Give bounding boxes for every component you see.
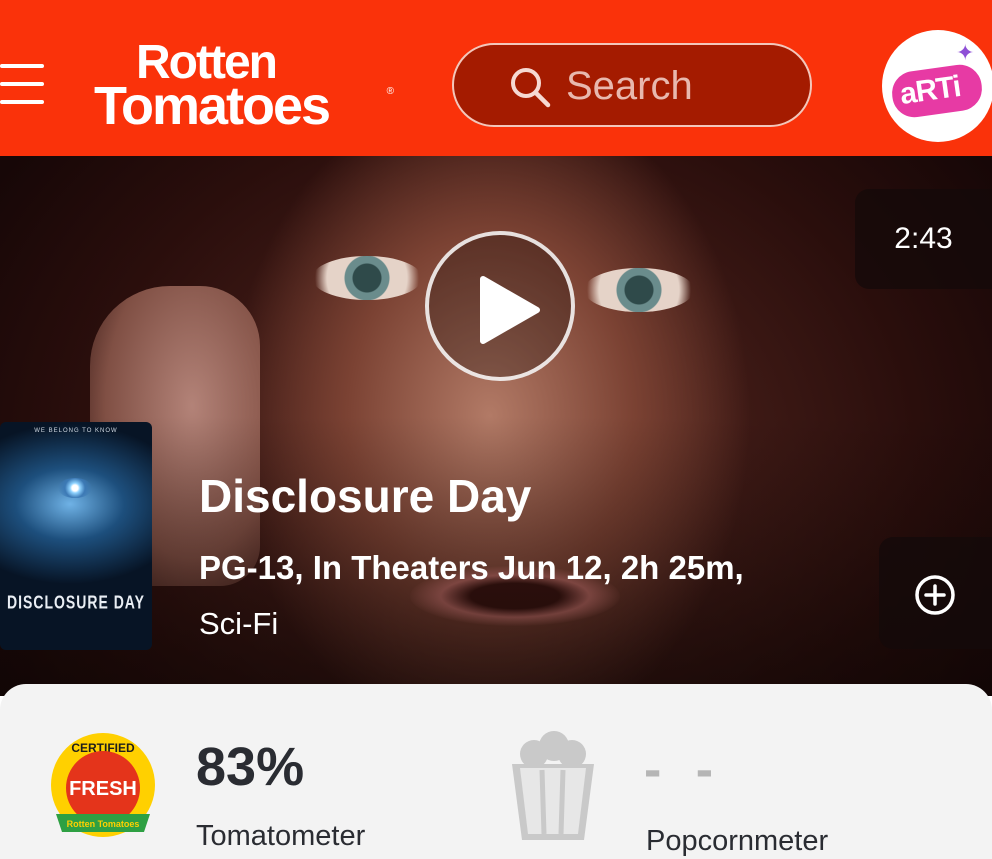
- certified-fresh-icon[interactable]: CERTIFIED FRESH Rotten Tomatoes: [48, 730, 158, 840]
- arti-avatar-button[interactable]: aRTi ✦: [882, 30, 992, 142]
- play-icon: [480, 276, 540, 344]
- popcornmeter-label[interactable]: Popcornmeter: [646, 824, 828, 858]
- badge-brand-text: Rotten Tomatoes: [67, 819, 140, 829]
- scores-card: CERTIFIED FRESH Rotten Tomatoes 83% Toma…: [0, 684, 992, 859]
- poster-tagline: WE BELONG TO KNOW: [34, 428, 118, 434]
- popcornmeter-score: - -: [644, 741, 724, 799]
- search-placeholder: Search: [566, 64, 693, 108]
- rotten-tomatoes-logo[interactable]: Rotten Tomatoes ®: [94, 38, 398, 136]
- movie-title: Disclosure Day: [199, 470, 532, 522]
- sparkle-icon: ✦: [956, 40, 975, 65]
- play-trailer-button[interactable]: [425, 231, 575, 381]
- hero-still-eye-right: [584, 268, 694, 312]
- add-circle-icon: [915, 575, 955, 615]
- movie-hero: 2:43 WE BELONG TO KNOW DISCLOSURE DAY Di…: [0, 156, 992, 696]
- fresh-text: FRESH: [69, 778, 137, 800]
- search-bar[interactable]: Search: [452, 43, 812, 127]
- logo-line-2: Tomatoes: [94, 76, 331, 136]
- poster-eye-graphic: [58, 478, 92, 498]
- logo-registered-mark: ®: [386, 86, 394, 97]
- popcorn-icon[interactable]: [508, 730, 598, 842]
- add-to-watchlist-button[interactable]: [879, 537, 992, 649]
- poster-title: DISCLOSURE DAY: [7, 591, 145, 613]
- movie-poster[interactable]: WE BELONG TO KNOW DISCLOSURE DAY: [0, 422, 152, 650]
- trailer-duration-badge: 2:43: [855, 189, 992, 289]
- search-icon: [511, 68, 551, 108]
- tomatometer-score: 83%: [196, 737, 305, 797]
- movie-info: PG-13, In Theaters Jun 12, 2h 25m,: [199, 549, 744, 586]
- menu-icon[interactable]: [0, 64, 44, 106]
- movie-genre: Sci-Fi: [199, 606, 279, 641]
- tomatometer-label[interactable]: Tomatometer: [196, 819, 365, 853]
- top-header: Rotten Tomatoes ® Search aRTi ✦: [0, 0, 992, 156]
- hero-still-eye-left: [312, 256, 422, 300]
